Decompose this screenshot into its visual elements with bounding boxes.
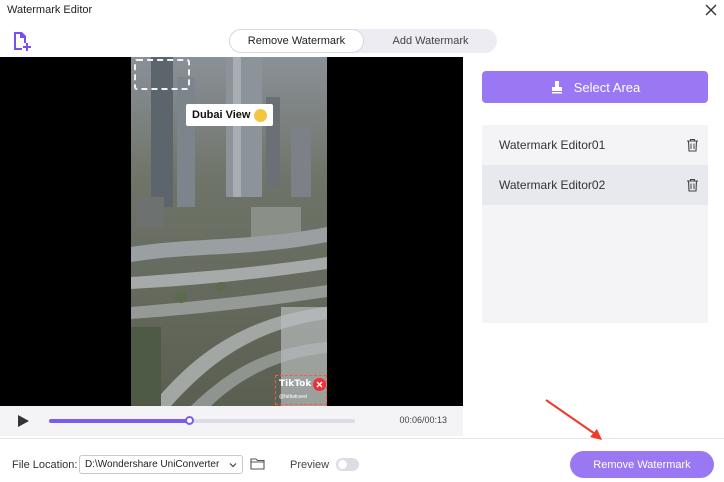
close-icon[interactable]	[704, 3, 718, 17]
watermark-list: Watermark Editor01 Watermark Editor02	[482, 125, 708, 323]
watermark-editor-window: Watermark Editor Remove Watermark Add Wa…	[0, 0, 724, 482]
list-item-label: Watermark Editor01	[499, 138, 606, 152]
video-caption-text: Dubai View	[192, 109, 251, 121]
tiktok-watermark-selection[interactable]: TikTok @fattiatravel	[275, 375, 327, 405]
progress-fill	[49, 419, 190, 423]
preview-label: Preview	[290, 459, 330, 471]
stamp-icon	[551, 81, 562, 94]
progress-track[interactable]	[49, 416, 355, 425]
folder-icon[interactable]	[250, 457, 265, 470]
window-title: Watermark Editor	[7, 4, 93, 16]
preview-toggle[interactable]	[336, 458, 359, 471]
play-icon[interactable]	[16, 414, 30, 428]
mode-tabs: Remove Watermark Add Watermark	[229, 29, 497, 53]
tab-remove-watermark[interactable]: Remove Watermark	[229, 29, 364, 53]
file-location-label: File Location:	[12, 459, 78, 471]
add-file-icon[interactable]	[11, 30, 33, 52]
list-item-watermark-editor01[interactable]: Watermark Editor01	[482, 125, 708, 165]
footer-divider	[0, 438, 724, 439]
time-display: 00:06/00:13	[399, 415, 447, 425]
tiktok-logo-text: TikTok	[279, 379, 312, 389]
select-area-label: Select Area	[573, 79, 641, 95]
video-caption: Dubai View	[186, 104, 274, 126]
title-bar: Watermark Editor	[0, 0, 724, 22]
remove-selection-icon[interactable]	[313, 378, 326, 391]
remove-watermark-button[interactable]: Remove Watermark	[570, 451, 714, 478]
trash-icon[interactable]	[686, 138, 699, 152]
annotation-arrow-icon	[545, 399, 602, 440]
file-location-select[interactable]: D:\Wondershare UniConverter	[79, 455, 243, 474]
tab-add-watermark[interactable]: Add Watermark	[364, 29, 497, 53]
trash-icon[interactable]	[686, 178, 699, 192]
file-location-value: D:\Wondershare UniConverter	[85, 459, 220, 470]
chevron-down-icon	[229, 463, 237, 468]
playback-bar: 00:06/00:13	[0, 406, 463, 436]
list-item-watermark-editor02[interactable]: Watermark Editor02	[482, 165, 708, 205]
progress-thumb[interactable]	[184, 416, 194, 425]
watermark-selection-box[interactable]	[134, 59, 190, 90]
select-area-button[interactable]: Select Area	[482, 71, 708, 103]
tiktok-handle-text: @fattiatravel	[279, 394, 308, 400]
list-item-label: Watermark Editor02	[499, 178, 606, 192]
scared-face-emoji-icon	[254, 108, 268, 122]
video-preview: Dubai View TikTok @fattiatravel	[0, 57, 463, 406]
preview-toggle-knob	[338, 460, 347, 469]
